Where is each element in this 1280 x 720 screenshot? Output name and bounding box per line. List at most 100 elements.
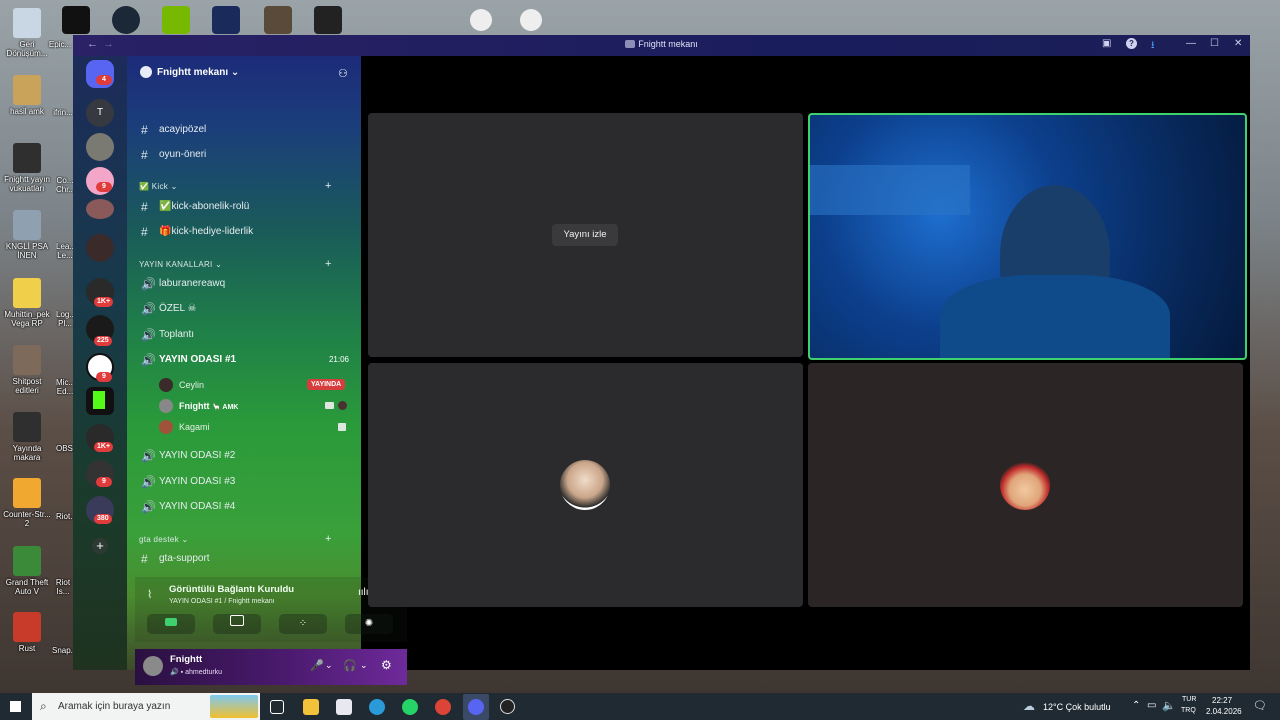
- desktop-icon-folder[interactable]: Shitpost editleri: [0, 345, 54, 395]
- clock-time[interactable]: 22:27: [1212, 696, 1232, 705]
- voice-location[interactable]: YAYIN ODASI #1 / Fnightt mekanı: [169, 598, 275, 605]
- help-icon[interactable]: ?: [1126, 38, 1137, 49]
- desktop-icon-cs2[interactable]: Counter-Str... 2: [0, 478, 54, 528]
- language-bottom[interactable]: TRQ: [1181, 707, 1196, 714]
- close-icon[interactable]: ✕: [1234, 38, 1242, 49]
- username[interactable]: Fnightt: [170, 654, 202, 665]
- language-top[interactable]: TUR: [1182, 696, 1196, 703]
- desktop-icon-folder[interactable]: Fnightt yayın vukuatları: [0, 143, 54, 193]
- windows-start-icon[interactable]: [10, 701, 21, 712]
- invite-people-icon[interactable]: ⚇: [338, 67, 348, 80]
- add-channel-icon[interactable]: +: [325, 180, 332, 192]
- desktop-icon-app[interactable]: Lea... Le...: [56, 242, 74, 260]
- voice-status[interactable]: Görüntülü Bağlantı Kuruldu: [169, 584, 294, 595]
- steam-icon[interactable]: [112, 6, 140, 34]
- chevron-down-icon[interactable]: ⌄: [325, 660, 333, 671]
- desktop-icon-folder[interactable]: hasil amk: [0, 75, 54, 116]
- add-channel-icon[interactable]: +: [325, 533, 332, 545]
- category-kick[interactable]: ✅ Kick ⌄ +: [139, 180, 331, 192]
- nvidia-icon[interactable]: [162, 6, 190, 34]
- task-view-icon[interactable]: [270, 700, 284, 714]
- voice-channel[interactable]: 🔊 ÖZEL ☠: [139, 300, 353, 318]
- desktop-icon-rust[interactable]: Rust: [0, 612, 54, 653]
- desktop-icon-epic[interactable]: Epic...: [46, 40, 74, 49]
- server-header[interactable]: Fnightt mekanı ⌄ ⚇: [127, 56, 361, 92]
- server-folder-icon[interactable]: [86, 234, 114, 262]
- soundboard-button[interactable]: ✺: [345, 614, 393, 634]
- file-explorer-icon[interactable]: [303, 699, 319, 715]
- app-icon[interactable]: [264, 6, 292, 34]
- voice-tile-user[interactable]: [808, 363, 1243, 607]
- text-channel[interactable]: # 🎁kick-hediye-liderlik: [139, 223, 353, 241]
- minimize-icon[interactable]: —: [1186, 38, 1196, 49]
- chrome-icon[interactable]: [435, 699, 451, 715]
- text-channel[interactable]: # gta-support: [139, 550, 353, 568]
- whatsapp-icon[interactable]: [402, 699, 418, 715]
- desktop-icon-riot[interactable]: Riot Is...: [52, 578, 74, 596]
- desktop-icon-app[interactable]: Log... Pl...: [56, 310, 74, 328]
- voice-channel[interactable]: 🔊 Toplantı: [139, 326, 353, 344]
- voice-channel-active[interactable]: 🔊 YAYIN ODASI #1 21:06: [139, 351, 353, 369]
- desktop-icon-chrome[interactable]: Co... Chr...: [56, 176, 74, 194]
- desktop-icon-app[interactable]: ifrin...: [52, 108, 74, 117]
- search-highlight-image: [210, 695, 258, 718]
- voice-channel[interactable]: 🔊 laburanereawq: [139, 275, 353, 293]
- store-icon[interactable]: [336, 699, 352, 715]
- text-channel[interactable]: # ✅kick-abonelik-rolü: [139, 198, 353, 216]
- download-icon[interactable]: ⭳: [1151, 38, 1155, 55]
- voice-tile-user[interactable]: [368, 363, 803, 607]
- settings-gear-icon[interactable]: ⚙: [381, 658, 392, 672]
- category-gta-destek[interactable]: gta destek ⌄ +: [139, 533, 331, 545]
- app-icon[interactable]: [314, 6, 342, 34]
- desktop-icon-riot[interactable]: Riot...: [56, 512, 74, 521]
- kick-logo-icon: [93, 391, 105, 409]
- chevron-up-icon[interactable]: ⌃: [1132, 700, 1140, 711]
- microphone-icon[interactable]: 🎤: [310, 659, 324, 672]
- camera-button[interactable]: [147, 614, 195, 634]
- screen-share-button[interactable]: [213, 614, 261, 634]
- video-tile-camera[interactable]: [808, 113, 1247, 360]
- media-player-icon[interactable]: [520, 9, 542, 31]
- edge-icon[interactable]: [369, 699, 385, 715]
- server-icon[interactable]: [86, 133, 114, 161]
- volume-icon[interactable]: 🔈: [1162, 699, 1176, 712]
- noise-suppression-icon[interactable]: ıılı: [358, 587, 369, 598]
- add-channel-icon[interactable]: +: [325, 258, 332, 270]
- clock-date[interactable]: 2.04.2026: [1206, 707, 1242, 716]
- add-server-icon[interactable]: +: [92, 538, 108, 554]
- notification-icon[interactable]: 🗨: [1253, 699, 1267, 712]
- avatar: [1000, 460, 1050, 510]
- speaker-icon: 🔊: [141, 500, 156, 514]
- epic-games-icon[interactable]: [62, 6, 90, 34]
- chevron-down-icon[interactable]: ⌄: [360, 660, 368, 671]
- desktop-icon-snap[interactable]: Snap...: [52, 646, 74, 655]
- text-channel[interactable]: # acayipözel: [139, 121, 353, 139]
- hash-icon: #: [141, 225, 148, 239]
- network-icon[interactable]: ▭: [1147, 700, 1156, 711]
- desktop-icon-edge[interactable]: Mic... Ed...: [56, 378, 74, 396]
- desktop-icon-obs[interactable]: OBS...: [56, 444, 74, 453]
- activities-button[interactable]: ⁘: [279, 614, 327, 634]
- desktop-icon-folder[interactable]: KNGLİ PSA İNEN: [0, 210, 54, 260]
- desktop-icon-folder[interactable]: Yayında makara: [0, 412, 54, 462]
- weather-text[interactable]: 12°C Çok bulutlu: [1043, 702, 1111, 712]
- voice-channel[interactable]: 🔊 YAYIN ODASI #2: [139, 447, 353, 465]
- media-player-icon[interactable]: [470, 9, 492, 31]
- server-icon-t[interactable]: T: [86, 99, 114, 127]
- desktop-icon-gta[interactable]: Grand Theft Auto V: [0, 546, 54, 596]
- app-icon[interactable]: [212, 6, 240, 34]
- voice-channel[interactable]: 🔊 YAYIN ODASI #3: [139, 473, 353, 491]
- category-yayin-kanallari[interactable]: YAYIN KANALLARI ⌄ +: [139, 258, 331, 270]
- headphones-icon[interactable]: 🎧: [343, 659, 357, 672]
- screen-share-icon[interactable]: ▣: [1102, 38, 1111, 49]
- voice-channel[interactable]: 🔊 YAYIN ODASI #4: [139, 498, 353, 516]
- taskbar-search[interactable]: ⌕ Aramak için buraya yazın: [32, 693, 260, 720]
- watch-stream-button[interactable]: Yayını izle: [552, 224, 618, 246]
- text-channel[interactable]: # oyun-öneri: [139, 146, 353, 164]
- obs-icon[interactable]: [500, 699, 515, 714]
- avatar[interactable]: [143, 656, 163, 676]
- desktop-icon-recycle-bin[interactable]: Geri Dönüşüm...: [0, 8, 54, 58]
- desktop-icon-folder[interactable]: Muhittin_pek Vega RP: [0, 278, 54, 328]
- server-icon[interactable]: [86, 199, 114, 219]
- maximize-icon[interactable]: ☐: [1210, 38, 1219, 49]
